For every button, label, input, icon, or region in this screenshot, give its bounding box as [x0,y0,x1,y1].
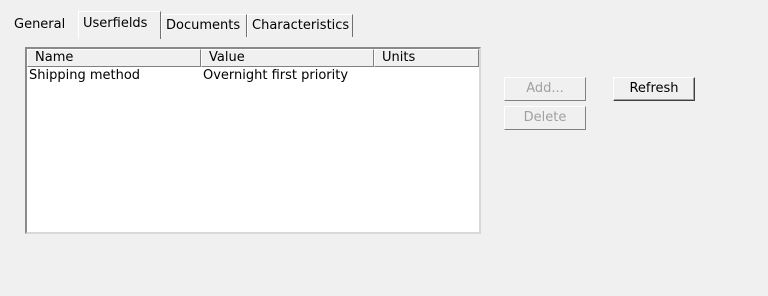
add-button[interactable]: Add... [504,77,586,101]
delete-button[interactable]: Delete [504,106,586,130]
tab-documents[interactable]: Documents [161,14,247,37]
list-header: Name Value Units [27,49,479,67]
tab-general[interactable]: General [10,14,78,37]
tab-strip: General Userfields Documents Characteris… [10,11,758,39]
list-item[interactable]: Shipping method Overnight first priority [27,67,479,85]
cell-name: Shipping method [29,68,141,83]
column-header-name[interactable]: Name [27,49,201,67]
column-header-units[interactable]: Units [374,49,479,67]
userfields-panel: Name Value Units Shipping method Overnig… [10,38,758,239]
cell-units [374,67,479,85]
column-header-value[interactable]: Value [201,49,374,67]
tab-characteristics[interactable]: Characteristics [247,14,353,37]
cell-value: Overnight first priority [203,68,349,83]
tab-userfields[interactable]: Userfields [78,11,161,39]
userfields-list[interactable]: Name Value Units Shipping method Overnig… [25,47,481,234]
refresh-button[interactable]: Refresh [613,77,695,101]
